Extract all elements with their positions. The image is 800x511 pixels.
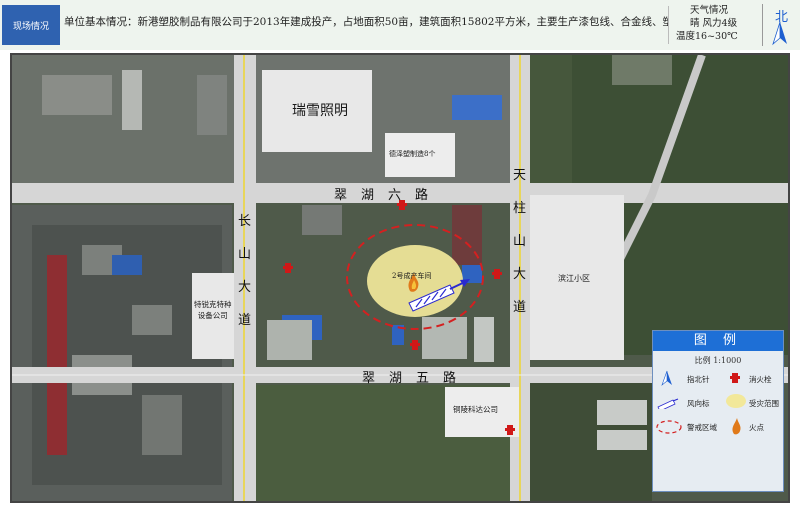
label-workshop: 2号成产车间 — [392, 272, 432, 280]
north-compass: 北 — [762, 4, 797, 46]
legend-affected: 受灾范围 — [749, 399, 779, 408]
road-label-tianzhushan: 天柱山大道 — [513, 168, 527, 315]
weather-condition: 晴 风力4级 — [690, 18, 738, 29]
label-tonglin: 铜陵科达公司 — [453, 405, 498, 414]
fire-point-icon — [732, 418, 741, 435]
north-arrow-icon — [772, 21, 787, 46]
legend-title: 图 例 — [653, 331, 783, 351]
map-frame: 瑞雪照明 德泽塑制造8个 2号成产车间 特锐克特种 设备公司 滨江小区 铜陵科达… — [10, 53, 790, 503]
legend-north: 指北针 — [687, 375, 710, 384]
road-label-changshan: 长山大道 — [238, 214, 252, 328]
alert-zone-icon — [656, 420, 682, 434]
label-jiefu: 德泽塑制造8个 — [389, 150, 436, 158]
weather-title: 天气情况 — [690, 5, 729, 16]
legend-alert: 警戒区域 — [687, 423, 717, 432]
legend-fire: 火点 — [749, 423, 764, 432]
wind-direction-icon — [657, 398, 679, 409]
weather-temperature: 温度16~30℃ — [676, 31, 738, 42]
legend-hydrant: 消火栓 — [749, 375, 772, 384]
legend-wind: 风向标 — [687, 399, 710, 408]
road-label-cuihu5: 翠湖五路 — [362, 371, 457, 386]
label-tebaike: 特锐克特种 设备公司 — [194, 300, 232, 320]
north-arrow-icon — [661, 370, 672, 386]
unit-description: 单位基本情况：新港塑胶制品有限公司于2013年建成投产，占地面积50亩，建筑面积… — [64, 6, 669, 44]
header-bar: 现场情况 单位基本情况：新港塑胶制品有限公司于2013年建成投产，占地面积50亩… — [0, 0, 800, 50]
map-legend: 图 例 比例 1:1000 指北针 消火栓 风向标 受灾范围 警戒区域 火点 — [652, 330, 784, 492]
weather-panel: 天气情况 晴 风力4级 温度16~30℃ — [676, 4, 756, 48]
road-label-cuihu6: 翠湖六路 — [334, 188, 429, 203]
legend-scale: 比例 1:1000 — [694, 356, 742, 365]
label-binjiang: 滨江小区 — [558, 274, 590, 283]
hydrant-icon — [730, 373, 740, 383]
label-ruixue: 瑞雪照明 — [292, 103, 348, 119]
affected-area-icon — [726, 394, 746, 408]
scene-tag: 现场情况 — [2, 5, 60, 45]
